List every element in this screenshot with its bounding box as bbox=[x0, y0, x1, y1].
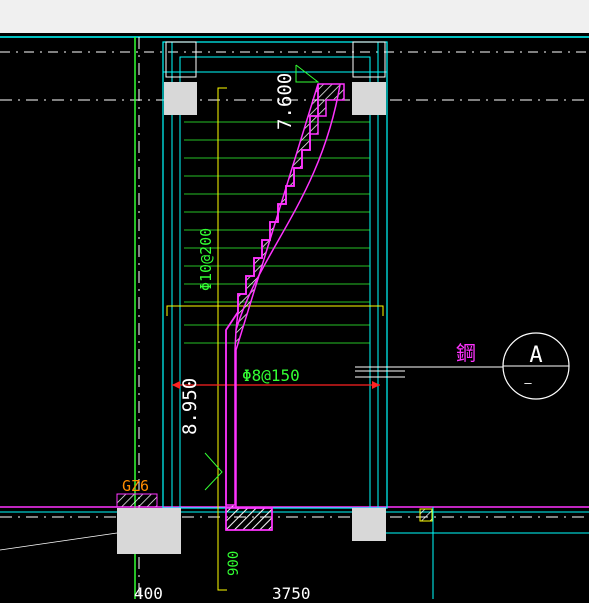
column-top-right bbox=[352, 82, 386, 115]
dim-bottom-mid: 3750 bbox=[272, 584, 311, 599]
column-top-left bbox=[164, 82, 197, 115]
note-label: 鋼 bbox=[456, 341, 476, 365]
title-bar bbox=[0, 0, 589, 33]
column-tag: GZ6 bbox=[122, 477, 149, 495]
elevation-top: 7.600 bbox=[274, 73, 296, 130]
section-sub: — bbox=[524, 376, 532, 390]
gz6-hatch bbox=[116, 493, 158, 508]
dim-bracket-top bbox=[166, 305, 384, 316]
elevation-mid: 8.950 bbox=[179, 378, 201, 435]
elevation-flag-mid bbox=[204, 452, 223, 491]
column-bottom-left bbox=[117, 508, 181, 554]
rebar-dist-label: Φ8@150 bbox=[242, 366, 300, 385]
section-mark: A bbox=[529, 343, 542, 368]
elevation-flag-top bbox=[295, 64, 320, 83]
landing-slab bbox=[225, 507, 273, 531]
small-hatch-mark bbox=[419, 508, 433, 522]
red-arrow-right bbox=[372, 381, 380, 389]
drawing-svg[interactable]: A — 鋼 7.600 8.950 Φ10@200 Φ8@150 GZ6 900… bbox=[0, 33, 589, 603]
dim-bottom-left2: 400 bbox=[134, 584, 163, 599]
column-bottom-right bbox=[352, 508, 386, 541]
rebar-main-label: Φ10@200 bbox=[197, 228, 215, 291]
dim-bottom-left: 900 bbox=[226, 551, 242, 576]
cad-canvas[interactable]: A — 鋼 7.600 8.950 Φ10@200 Φ8@150 GZ6 900… bbox=[0, 33, 589, 603]
leader-line-left bbox=[0, 532, 118, 551]
